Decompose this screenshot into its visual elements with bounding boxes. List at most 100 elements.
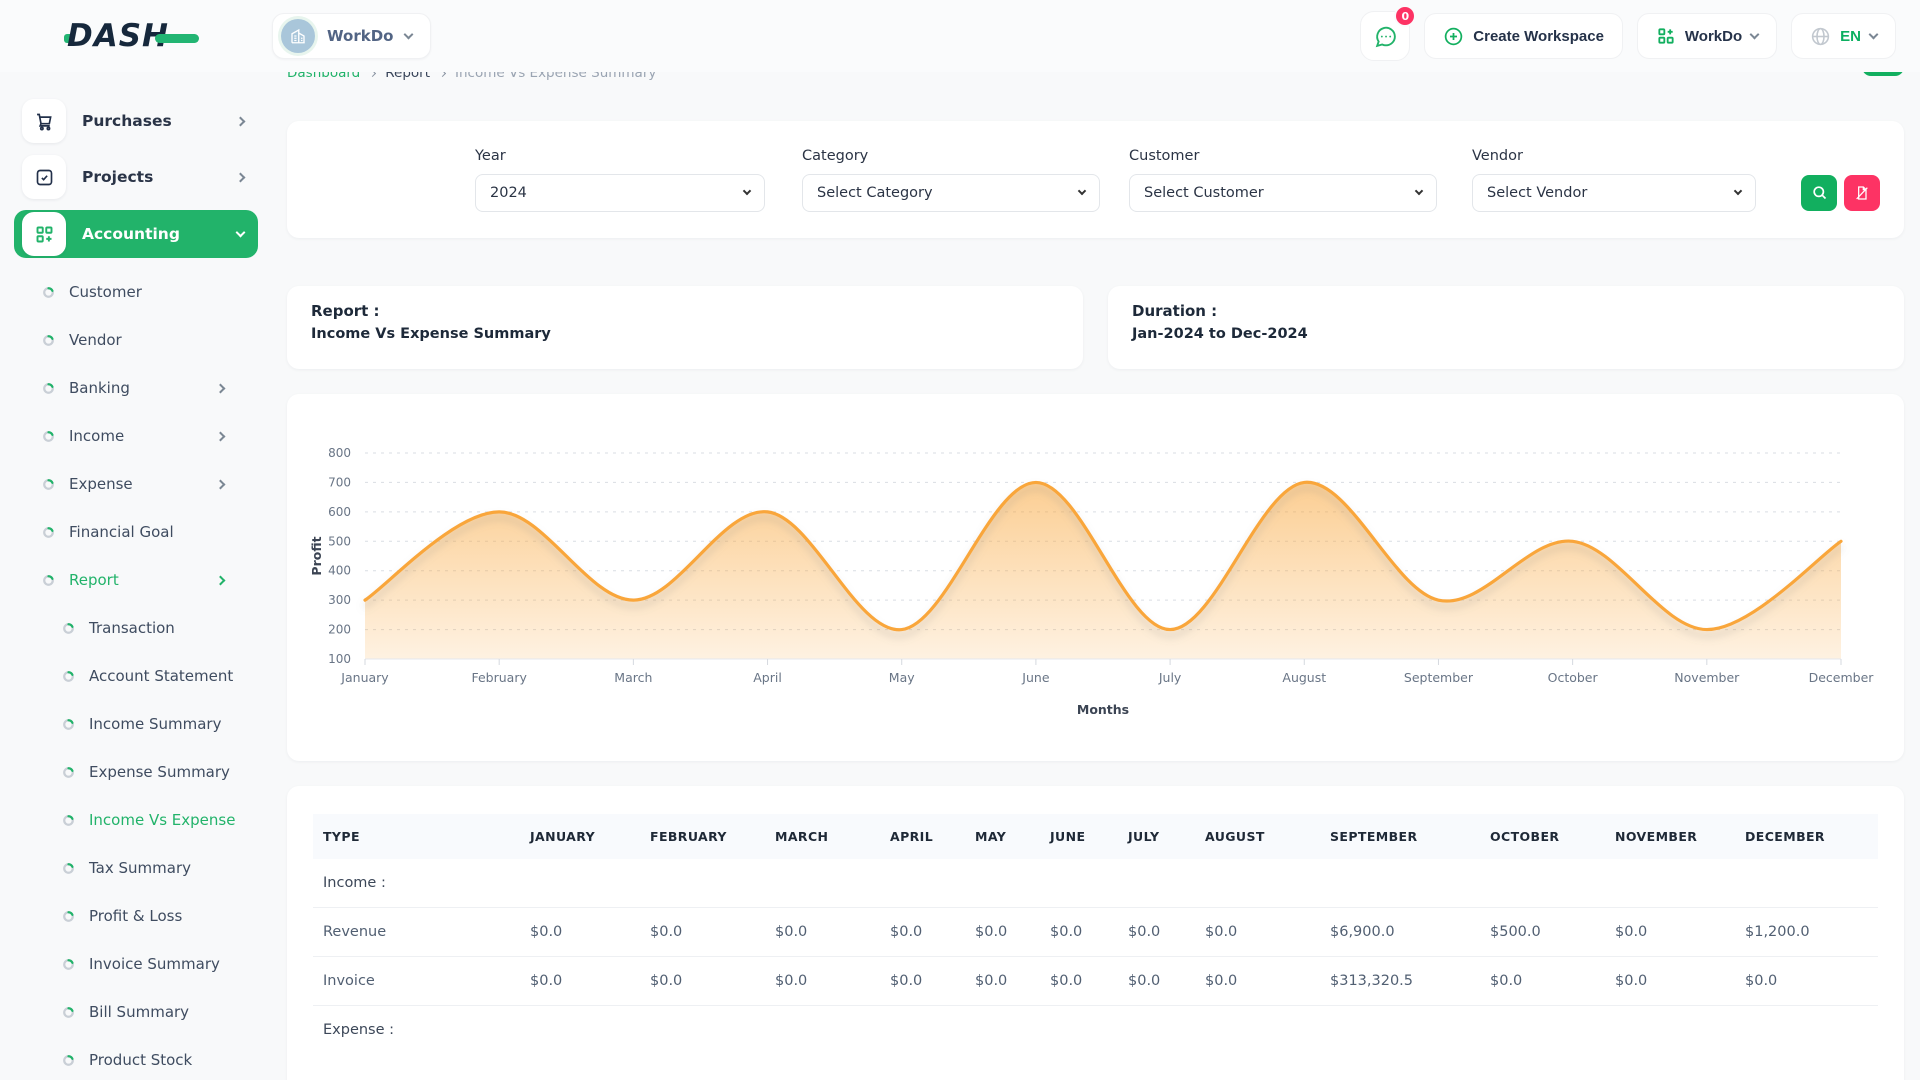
accounting-submenu: Customer Vendor Banking Income Expense F… bbox=[14, 268, 258, 1080]
row-type: Revenue bbox=[313, 908, 520, 957]
bullet-icon bbox=[42, 526, 55, 539]
table-column-header: JULY bbox=[1118, 814, 1195, 859]
sidebar-subitem-income-summary[interactable]: Income Summary bbox=[14, 700, 258, 748]
accounting-icon bbox=[22, 212, 66, 256]
table-header-row: TYPEJANUARYFEBRUARYMARCHAPRILMAYJUNEJULY… bbox=[313, 814, 1878, 859]
sidebar-subitem-account-statement[interactable]: Account Statement bbox=[14, 652, 258, 700]
table-group-label: Expense : bbox=[313, 1006, 520, 1055]
svg-text:100: 100 bbox=[328, 652, 351, 666]
sidebar-subitem-label: Transaction bbox=[89, 619, 175, 637]
row-value: $0.0 bbox=[640, 908, 765, 957]
table-column-header: APRIL bbox=[880, 814, 965, 859]
table-column-header: SEPTEMBER bbox=[1320, 814, 1480, 859]
table-row: Revenue$0.0$0.0$0.0$0.0$0.0$0.0$0.0$0.0$… bbox=[313, 908, 1878, 957]
reset-filter-button[interactable] bbox=[1844, 175, 1880, 211]
chevron-down-icon bbox=[1734, 187, 1742, 195]
table-row: Invoice$0.0$0.0$0.0$0.0$0.0$0.0$0.0$0.0$… bbox=[313, 957, 1878, 1006]
year-select[interactable]: 2024 bbox=[475, 174, 765, 212]
sidebar-subitem-label: Profit & Loss bbox=[89, 907, 182, 925]
table-column-header: JANUARY bbox=[520, 814, 640, 859]
filter-panel: Year 2024 Category Select Category Custo… bbox=[287, 121, 1904, 238]
bullet-icon bbox=[62, 814, 75, 827]
cart-icon bbox=[22, 99, 66, 143]
row-type: Invoice bbox=[313, 957, 520, 1006]
sidebar-subitem-report[interactable]: Report bbox=[14, 556, 258, 604]
bullet-icon bbox=[42, 478, 55, 491]
messages-button[interactable]: 0 bbox=[1360, 11, 1410, 61]
customer-select[interactable]: Select Customer bbox=[1129, 174, 1437, 212]
topbar: DASH WorkDo 0 Create Workspace WorkDo EN bbox=[0, 0, 1920, 72]
grid-plus-icon bbox=[1656, 26, 1676, 46]
year-label: Year bbox=[475, 148, 765, 164]
row-value: $0.0 bbox=[520, 957, 640, 1006]
row-value: $0.0 bbox=[1040, 957, 1118, 1006]
sidebar-subitem-tax-summary[interactable]: Tax Summary bbox=[14, 844, 258, 892]
sidebar-subitem-label: Report bbox=[69, 571, 119, 589]
svg-text:300: 300 bbox=[328, 593, 351, 607]
sidebar-item-accounting[interactable]: Accounting bbox=[14, 210, 258, 258]
category-select[interactable]: Select Category bbox=[802, 174, 1100, 212]
sidebar-subitem-bill-summary[interactable]: Bill Summary bbox=[14, 988, 258, 1036]
bullet-icon bbox=[42, 334, 55, 347]
sidebar-subitem-income[interactable]: Income bbox=[14, 412, 258, 460]
workspace-avatar bbox=[281, 19, 315, 53]
apps-menu-label: WorkDo bbox=[1685, 28, 1742, 45]
income-expense-table-card: TYPEJANUARYFEBRUARYMARCHAPRILMAYJUNEJULY… bbox=[287, 786, 1904, 1080]
sidebar-item-purchases[interactable]: Purchases bbox=[14, 98, 258, 144]
customer-select-value: Select Customer bbox=[1144, 185, 1264, 201]
table-column-header: NOVEMBER bbox=[1605, 814, 1735, 859]
sidebar-subitem-profit-loss[interactable]: Profit & Loss bbox=[14, 892, 258, 940]
sidebar-subitem-label: Income Summary bbox=[89, 715, 221, 733]
bullet-icon bbox=[62, 1054, 75, 1067]
report-card-value: Income Vs Expense Summary bbox=[311, 326, 1059, 342]
sidebar-subitem-invoice-summary[interactable]: Invoice Summary bbox=[14, 940, 258, 988]
sidebar-subitem-label: Banking bbox=[69, 379, 130, 397]
duration-card-title: Duration : bbox=[1132, 302, 1880, 320]
table-column-header: TYPE bbox=[313, 814, 520, 859]
workspace-selector[interactable]: WorkDo bbox=[272, 13, 431, 59]
sidebar-subitem-financial-goal[interactable]: Financial Goal bbox=[14, 508, 258, 556]
sidebar-subitem-banking[interactable]: Banking bbox=[14, 364, 258, 412]
row-value: $500.0 bbox=[1480, 908, 1605, 957]
language-label: EN bbox=[1840, 28, 1861, 45]
row-value: $0.0 bbox=[1195, 908, 1320, 957]
income-expense-table: TYPEJANUARYFEBRUARYMARCHAPRILMAYJUNEJULY… bbox=[313, 814, 1878, 1054]
language-selector[interactable]: EN bbox=[1791, 13, 1896, 59]
duration-summary-card: Duration : Jan-2024 to Dec-2024 bbox=[1108, 286, 1904, 369]
sidebar-subitem-income-vs-expense[interactable]: Income Vs Expense bbox=[14, 796, 258, 844]
sidebar-subitem-transaction[interactable]: Transaction bbox=[14, 604, 258, 652]
sidebar-subitem-expense-summary[interactable]: Expense Summary bbox=[14, 748, 258, 796]
sidebar-item-projects[interactable]: Projects bbox=[14, 154, 258, 200]
row-value: $0.0 bbox=[640, 957, 765, 1006]
row-value: $0.0 bbox=[520, 908, 640, 957]
row-value: $0.0 bbox=[765, 957, 880, 1006]
sidebar-subitem-label: Income bbox=[69, 427, 124, 445]
bullet-icon bbox=[62, 766, 75, 779]
bullet-icon bbox=[62, 862, 75, 875]
sidebar-subitem-label: Income Vs Expense bbox=[89, 811, 235, 829]
create-workspace-label: Create Workspace bbox=[1473, 28, 1604, 45]
table-column-header: FEBRUARY bbox=[640, 814, 765, 859]
svg-text:200: 200 bbox=[328, 623, 351, 637]
row-value: $6,900.0 bbox=[1320, 908, 1480, 957]
table-column-header: OCTOBER bbox=[1480, 814, 1605, 859]
svg-text:600: 600 bbox=[328, 505, 351, 519]
bullet-icon bbox=[42, 574, 55, 587]
apps-menu-button[interactable]: WorkDo bbox=[1637, 13, 1777, 59]
create-workspace-button[interactable]: Create Workspace bbox=[1424, 13, 1623, 59]
sidebar-subitem-product-stock[interactable]: Product Stock bbox=[14, 1036, 258, 1080]
vendor-select-value: Select Vendor bbox=[1487, 185, 1587, 201]
category-select-value: Select Category bbox=[817, 185, 933, 201]
vendor-select[interactable]: Select Vendor bbox=[1472, 174, 1756, 212]
table-column-header: DECEMBER bbox=[1735, 814, 1878, 859]
report-summary-card: Report : Income Vs Expense Summary bbox=[287, 286, 1083, 369]
sidebar-subitem-customer[interactable]: Customer bbox=[14, 268, 258, 316]
report-card-title: Report : bbox=[311, 302, 1059, 320]
chat-icon bbox=[1373, 24, 1398, 49]
sidebar-subitem-expense[interactable]: Expense bbox=[14, 460, 258, 508]
apply-filter-button[interactable] bbox=[1801, 175, 1837, 211]
table-column-header: AUGUST bbox=[1195, 814, 1320, 859]
chevron-right-icon bbox=[216, 575, 226, 585]
sidebar-subitem-vendor[interactable]: Vendor bbox=[14, 316, 258, 364]
chevron-down-icon bbox=[743, 187, 751, 195]
